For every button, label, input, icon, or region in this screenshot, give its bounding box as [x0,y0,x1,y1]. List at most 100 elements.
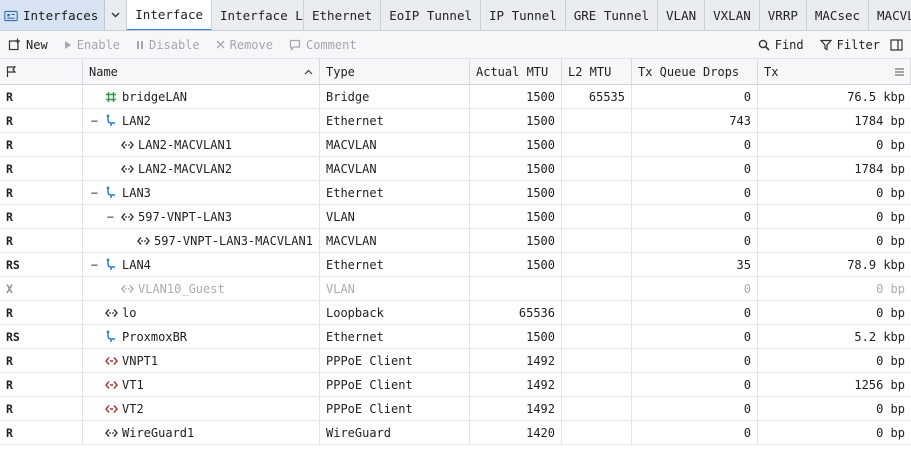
tab-macsec[interactable]: MACsec [807,0,870,30]
table-row[interactable]: R VNPT1 PPPoE Client 1492 0 0 bp [0,349,911,373]
table-row[interactable]: R WireGuard1 WireGuard 1420 0 0 bp [0,421,911,445]
interface-name: VNPT1 [122,353,159,368]
table-row[interactable]: X VLAN10_Guest VLAN 0 0 bp [0,277,911,301]
interface-name: LAN2 [122,113,151,128]
tab-vrrp[interactable]: VRRP [760,0,807,30]
row-flags: R [0,229,83,252]
column-menu-icon[interactable] [895,67,904,76]
row-actual-mtu: 1500 [470,253,562,276]
tabs-dropdown-button[interactable] [105,0,128,30]
row-name-cell: VT1 [83,373,320,396]
name-header-label: Name [89,64,118,79]
flag-text: RS [6,257,20,272]
tab-vlan[interactable]: VLAN [658,0,706,30]
link-icon [104,426,118,440]
link-icon [120,210,134,224]
disable-button[interactable]: Disable [128,31,208,59]
row-l2-mtu [562,349,632,372]
table-row[interactable]: R VT1 PPPoE Client 1492 0 1256 bp [0,373,911,397]
row-tx-queue-drops: 0 [632,301,758,324]
row-tx-queue-drops: 0 [632,229,758,252]
row-flags: R [0,373,83,396]
tx-column-header[interactable]: Tx [758,59,911,84]
tx-queue-drops-column-header[interactable]: Tx Queue Drops [632,59,758,84]
find-label: Find [774,37,804,52]
row-l2-mtu [562,421,632,444]
comment-button[interactable]: Comment [281,31,365,59]
interface-name: ProxmoxBR [122,329,188,344]
row-tx: 0 bp [876,209,905,224]
tab-interface[interactable]: Interface [127,0,212,30]
name-column-header[interactable]: Name [83,59,320,84]
tab-eoip-tunnel[interactable]: EoIP Tunnel [381,0,482,30]
type-column-header[interactable]: Type [320,59,470,84]
menu-title-text: Interfaces [23,8,99,23]
interface-name: 597-VNPT-LAN3 [138,209,232,224]
row-type: Loopback [320,301,470,324]
new-button[interactable]: New [0,31,56,59]
row-name-cell: lo [83,301,320,324]
table-row[interactable]: RbridgeLAN Bridge 1500 65535 0 76.5 kbp [0,85,911,109]
tab-macvlan[interactable]: MACVLAN [869,0,911,30]
tab-gre-tunnel[interactable]: GRE Tunnel [566,0,659,30]
x-icon [216,40,225,49]
table-row[interactable]: R − 597-VNPT-LAN3 VLAN 1500 0 0 bp [0,205,911,229]
table-row[interactable]: RS − LAN4 Ethernet 1500 35 78.9 kbp [0,253,911,277]
flag-text: R [6,89,13,104]
row-tx: 0 bp [876,305,905,320]
row-tx-queue-drops: 0 [632,349,758,372]
actual-mtu-column-header[interactable]: Actual MTU [470,59,562,84]
table-row[interactable]: R − LAN3 Ethernet 1500 0 0 bp [0,181,911,205]
row-flags: RS [0,325,83,348]
row-actual-mtu [470,277,562,300]
flag-text: RS [6,329,20,344]
table-row[interactable]: Rlo Loopback 65536 0 0 bp [0,301,911,325]
tab-interface-list[interactable]: Interface Li [212,0,304,30]
flags-column-header[interactable] [0,59,83,84]
filter-button[interactable]: Filter [812,31,888,59]
tab-ethernet[interactable]: Ethernet [304,0,382,30]
interfaces-menu-title[interactable]: Interfaces [0,0,106,30]
flag-text: R [6,377,13,392]
row-type: PPPoE Client [320,373,470,396]
collapse-toggle-icon[interactable]: − [89,186,100,200]
tab-ip-tunnel[interactable]: IP Tunnel [481,0,566,30]
row-tx: 0 bp [876,425,905,440]
row-l2-mtu [562,301,632,324]
row-type: MACVLAN [320,133,470,156]
row-flags: R [0,133,83,156]
flag-text: R [6,137,13,152]
row-tx-queue-drops: 0 [632,205,758,228]
interface-name: VLAN10_Guest [138,281,225,296]
collapse-toggle-icon[interactable]: − [89,114,100,128]
row-tx: 0 bp [876,353,905,368]
table-row[interactable]: R LAN2-MACVLAN2 MACVLAN 1500 0 1784 bp [0,157,911,181]
l2-mtu-column-header[interactable]: L2 MTU [562,59,632,84]
table-row[interactable]: R 597-VNPT-LAN3-MACVLAN1 MACVLAN 1500 0 0 bp [0,229,911,253]
tab-vxlan[interactable]: VXLAN [705,0,760,30]
row-tx: 0 bp [876,137,905,152]
row-l2-mtu [562,229,632,252]
row-tx-queue-drops: 0 [632,373,758,396]
row-name-cell: − LAN4 [83,253,320,276]
table-row[interactable]: RS ProxmoxBR Ethernet 1500 0 5.2 kbp [0,325,911,349]
toggle-panel-button[interactable] [888,31,911,59]
collapse-toggle-icon[interactable]: − [105,210,116,224]
row-flags: R [0,85,83,108]
enable-button[interactable]: Enable [56,31,128,59]
filter-label: Filter [836,37,880,52]
link-icon [104,306,118,320]
row-l2-mtu [562,373,632,396]
collapse-toggle-icon[interactable]: − [89,258,100,272]
row-tx-queue-drops: 0 [632,397,758,420]
table-row[interactable]: R − LAN2 Ethernet 1500 743 1784 bp [0,109,911,133]
table-row[interactable]: R LAN2-MACVLAN1 MACVLAN 1500 0 0 bp [0,133,911,157]
row-flags: R [0,109,83,132]
remove-button[interactable]: Remove [208,31,281,59]
flag-icon [6,65,17,78]
find-button[interactable]: Find [750,31,812,59]
row-name-cell: LAN2-MACVLAN1 [83,133,320,156]
pause-icon [136,40,144,50]
table-row[interactable]: R VT2 PPPoE Client 1492 0 0 bp [0,397,911,421]
side-panel-icon [890,38,903,51]
